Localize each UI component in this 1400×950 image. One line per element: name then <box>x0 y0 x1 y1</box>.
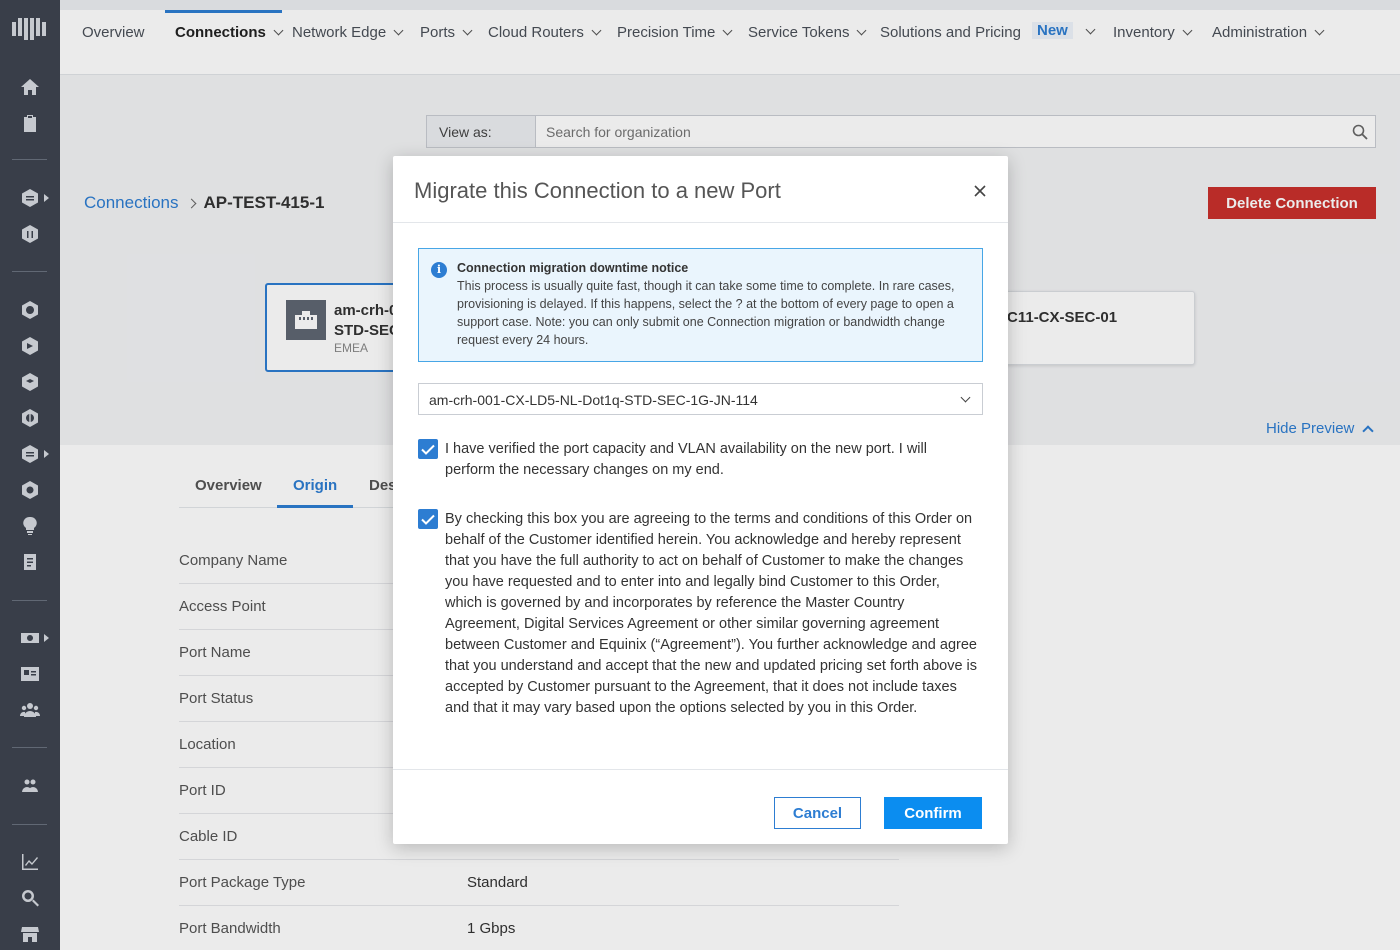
confirm-button[interactable]: Confirm <box>884 797 982 829</box>
chevron-down-icon <box>960 392 971 403</box>
terms-agreement-label: By checking this box you are agreeing to… <box>445 511 978 716</box>
modal-title: Migrate this Connection to a new Port <box>414 178 781 203</box>
selected-port-value: am-crh-001-CX-LD5-NL-Dot1q-STD-SEC-1G-JN… <box>429 392 758 408</box>
downtime-notice: i Connection migration downtime notice T… <box>418 248 983 362</box>
cancel-button[interactable]: Cancel <box>774 797 861 829</box>
notice-title: Connection migration downtime notice <box>457 261 689 275</box>
close-icon[interactable] <box>969 180 991 202</box>
migrate-connection-modal: Migrate this Connection to a new Port i … <box>393 156 1008 844</box>
terms-agreement-checkbox[interactable] <box>418 509 438 529</box>
verify-capacity-checkbox[interactable] <box>418 439 438 459</box>
info-icon: i <box>431 262 447 278</box>
verify-capacity-label: I have verified the port capacity and VL… <box>445 441 927 478</box>
notice-body: This process is usually quite fast, thou… <box>457 279 955 347</box>
new-port-select[interactable]: am-crh-001-CX-LD5-NL-Dot1q-STD-SEC-1G-JN… <box>418 383 983 415</box>
